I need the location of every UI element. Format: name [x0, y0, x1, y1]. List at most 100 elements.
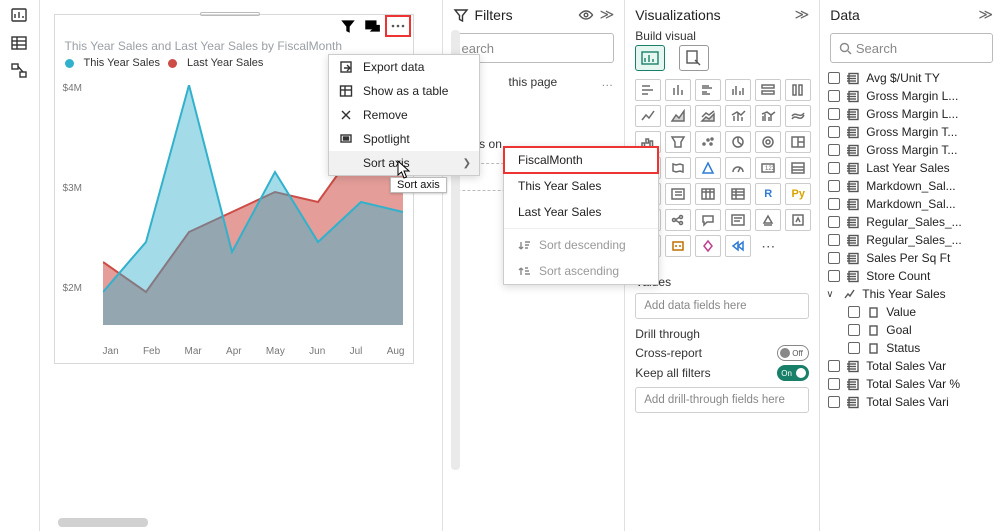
- field-checkbox[interactable]: [828, 144, 840, 156]
- menu-sort-axis[interactable]: Sort axis❯: [329, 151, 479, 175]
- model-view-icon[interactable]: [10, 62, 28, 80]
- field-row[interactable]: Gross Margin L...: [824, 105, 999, 123]
- field-checkbox[interactable]: [828, 270, 840, 282]
- multi-row-card-icon[interactable]: [785, 157, 811, 179]
- drill-through-well[interactable]: Add drill-through fields here: [635, 387, 809, 413]
- sort-by-last-year-sales[interactable]: Last Year Sales: [504, 199, 658, 225]
- field-checkbox[interactable]: [848, 306, 860, 318]
- clustered-column-icon[interactable]: [725, 79, 751, 101]
- slicer-icon[interactable]: [665, 183, 691, 205]
- paginated-report-icon[interactable]: [755, 209, 781, 231]
- line-chart-icon[interactable]: [635, 105, 661, 127]
- field-checkbox[interactable]: [848, 342, 860, 354]
- menu-spotlight[interactable]: Spotlight: [329, 127, 479, 151]
- field-row[interactable]: Gross Margin T...: [824, 141, 999, 159]
- focus-mode-icon[interactable]: [363, 17, 381, 35]
- field-row[interactable]: Store Count: [824, 267, 999, 285]
- field-row[interactable]: Regular_Sales_...: [824, 213, 999, 231]
- field-checkbox[interactable]: [828, 180, 840, 192]
- decomposition-tree-icon[interactable]: [665, 209, 691, 231]
- field-checkbox[interactable]: [828, 126, 840, 138]
- report-view-icon[interactable]: [10, 6, 28, 24]
- menu-show-as-table[interactable]: Show as a table: [329, 79, 479, 103]
- field-row[interactable]: Gross Margin L...: [824, 87, 999, 105]
- pie-icon[interactable]: [725, 131, 751, 153]
- field-row[interactable]: Markdown_Sal...: [824, 177, 999, 195]
- values-field-well[interactable]: Add data fields here: [635, 293, 809, 319]
- sort-by-fiscalmonth[interactable]: FiscalMonth: [504, 147, 658, 173]
- powerapps-icon[interactable]: [785, 209, 811, 231]
- line-clustered-column-icon[interactable]: [755, 105, 781, 127]
- hundred-stacked-bar-icon[interactable]: [755, 79, 781, 101]
- show-hide-icon[interactable]: [578, 7, 594, 23]
- treemap-icon[interactable]: [785, 131, 811, 153]
- filter-icon[interactable]: [339, 17, 357, 35]
- collapse-pane-icon[interactable]: ≫: [978, 6, 993, 23]
- get-more-visuals-icon[interactable]: ⋯: [755, 235, 781, 257]
- menu-export-data[interactable]: Export data: [329, 55, 479, 79]
- field-row[interactable]: Gross Margin T...: [824, 123, 999, 141]
- keep-filters-toggle[interactable]: On: [777, 365, 809, 381]
- hundred-stacked-column-icon[interactable]: [785, 79, 811, 101]
- build-visual-tab[interactable]: [635, 45, 665, 71]
- clustered-bar-icon[interactable]: [695, 79, 721, 101]
- field-row[interactable]: Avg $/Unit TY: [824, 69, 999, 87]
- field-row[interactable]: Value: [824, 303, 999, 321]
- sort-ascending[interactable]: Sort ascending: [504, 258, 658, 284]
- field-checkbox[interactable]: [828, 360, 840, 372]
- gauge-icon[interactable]: [725, 157, 751, 179]
- sort-descending[interactable]: Sort descending: [504, 232, 658, 258]
- stacked-bar-icon[interactable]: [635, 79, 661, 101]
- collapse-pane-icon[interactable]: ≫: [795, 6, 810, 23]
- stacked-area-icon[interactable]: [695, 105, 721, 127]
- field-checkbox[interactable]: [828, 252, 840, 264]
- field-row[interactable]: Total Sales Vari: [824, 393, 999, 411]
- field-checkbox[interactable]: [828, 216, 840, 228]
- field-row[interactable]: Markdown_Sal...: [824, 195, 999, 213]
- donut-icon[interactable]: [755, 131, 781, 153]
- field-checkbox[interactable]: [828, 108, 840, 120]
- field-row[interactable]: Status: [824, 339, 999, 357]
- field-row[interactable]: Goal: [824, 321, 999, 339]
- azure-map-icon[interactable]: [695, 157, 721, 179]
- more-options-button[interactable]: [387, 17, 409, 35]
- field-row[interactable]: Regular_Sales_...: [824, 231, 999, 249]
- field-checkbox[interactable]: [828, 396, 840, 408]
- r-visual-icon[interactable]: R: [755, 183, 781, 205]
- field-checkbox[interactable]: [828, 162, 840, 174]
- line-stacked-column-icon[interactable]: [725, 105, 751, 127]
- stacked-column-icon[interactable]: [665, 79, 691, 101]
- menu-remove[interactable]: Remove: [329, 103, 479, 127]
- field-checkbox[interactable]: [828, 198, 840, 210]
- field-checkbox[interactable]: [828, 90, 840, 102]
- field-checkbox[interactable]: [828, 234, 840, 246]
- data-search-input[interactable]: Search: [830, 33, 993, 63]
- ai-visual-icon[interactable]: [665, 235, 691, 257]
- matrix-icon[interactable]: [725, 183, 751, 205]
- table-visual-icon[interactable]: [695, 183, 721, 205]
- field-row[interactable]: Total Sales Var: [824, 357, 999, 375]
- field-hierarchy[interactable]: ∨This Year Sales: [824, 285, 999, 303]
- format-visual-tab[interactable]: [679, 45, 709, 71]
- custom-visual-2-icon[interactable]: [725, 235, 751, 257]
- area-chart-icon[interactable]: [665, 105, 691, 127]
- legend-label-this-year[interactable]: This Year Sales: [84, 57, 160, 69]
- card-icon[interactable]: 123: [755, 157, 781, 179]
- expand-icon[interactable]: ∨: [826, 289, 836, 300]
- drag-handle-icon[interactable]: [185, 12, 275, 18]
- sort-by-this-year-sales[interactable]: This Year Sales: [504, 173, 658, 199]
- field-checkbox[interactable]: [828, 378, 840, 390]
- filled-map-icon[interactable]: [665, 157, 691, 179]
- custom-visual-1-icon[interactable]: [695, 235, 721, 257]
- funnel-icon[interactable]: [665, 131, 691, 153]
- field-row[interactable]: Sales Per Sq Ft: [824, 249, 999, 267]
- more-icon[interactable]: …: [601, 75, 614, 89]
- table-view-icon[interactable]: [10, 34, 28, 52]
- field-checkbox[interactable]: [828, 72, 840, 84]
- ribbon-chart-icon[interactable]: [785, 105, 811, 127]
- field-checkbox[interactable]: [848, 324, 860, 336]
- python-visual-icon[interactable]: Py: [785, 183, 811, 205]
- canvas-scrollbar-horizontal[interactable]: [58, 518, 148, 527]
- collapse-pane-icon[interactable]: ≫: [600, 6, 615, 23]
- legend-label-last-year[interactable]: Last Year Sales: [187, 57, 263, 69]
